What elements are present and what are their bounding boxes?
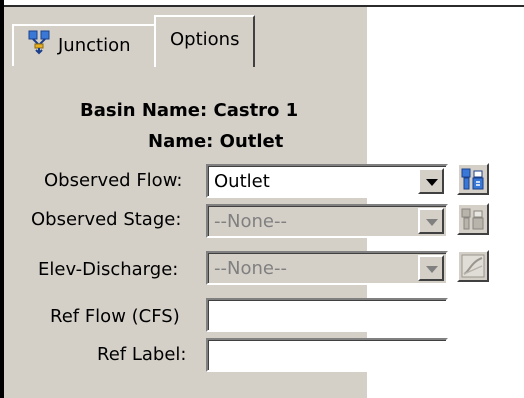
elev-discharge-value: --None--: [214, 258, 287, 279]
gage-select-icon: [461, 208, 484, 230]
ref-flow-input[interactable]: [206, 298, 448, 332]
observed-stage-gage-button[interactable]: [457, 203, 489, 235]
observed-flow-label: Observed Flow:: [44, 170, 183, 191]
basin-name-caption: Basin Name:: [80, 100, 208, 121]
element-name-caption: Name:: [148, 131, 214, 152]
ref-flow-label: Ref Flow (CFS): [50, 306, 180, 327]
element-name-value: Outlet: [219, 131, 284, 152]
basin-name-label: Basin Name: Castro 1: [80, 100, 298, 121]
basin-name-value: Castro 1: [213, 100, 299, 121]
chevron-down-icon: [426, 266, 438, 273]
elev-discharge-select[interactable]: --None--: [206, 251, 448, 285]
observed-flow-select[interactable]: Outlet: [206, 164, 448, 198]
observed-flow-value: Outlet: [214, 171, 270, 192]
gage-select-icon: [461, 168, 484, 190]
elev-discharge-label: Elev-Discharge:: [38, 259, 179, 280]
tab-junction[interactable]: Junction: [12, 24, 154, 66]
element-name-label: Name: Outlet: [148, 131, 283, 152]
observed-stage-value: --None--: [214, 211, 287, 232]
curve-icon: [461, 254, 485, 278]
observed-stage-label: Observed Stage:: [31, 209, 182, 230]
options-window: Junction Options Basin Name: Castro 1 Na…: [0, 0, 524, 398]
window-left-border: [0, 0, 4, 398]
observed-stage-select[interactable]: --None--: [206, 204, 448, 238]
ref-label-input[interactable]: [206, 338, 448, 372]
tab-options-label: Options: [170, 29, 240, 50]
elev-discharge-dropdown-button[interactable]: [418, 255, 444, 281]
observed-flow-gage-button[interactable]: [457, 163, 489, 195]
junction-icon: [28, 30, 50, 55]
elev-discharge-curve-button[interactable]: [457, 250, 489, 282]
chevron-down-icon: [426, 219, 438, 226]
tab-options[interactable]: Options: [154, 15, 255, 67]
tab-junction-label: Junction: [58, 35, 131, 56]
observed-stage-dropdown-button[interactable]: [418, 208, 444, 234]
ref-label-label: Ref Label:: [97, 344, 187, 365]
observed-flow-dropdown-button[interactable]: [418, 168, 444, 194]
chevron-down-icon: [426, 179, 438, 186]
